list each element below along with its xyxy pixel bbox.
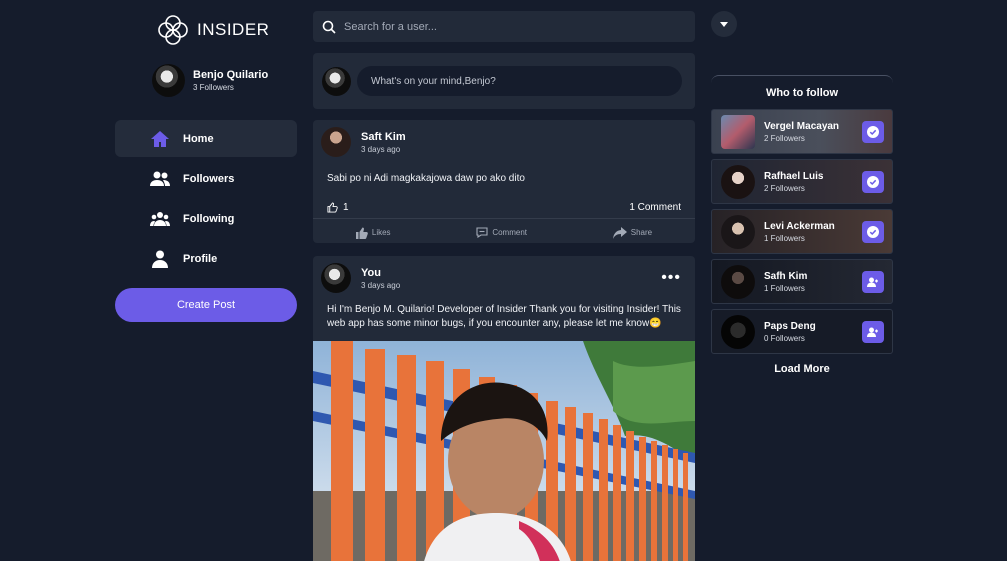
like-button-label: Likes	[371, 228, 391, 237]
suggestion-name: Levi Ackerman	[764, 220, 835, 232]
post-stats: 1 1 Comment	[313, 196, 695, 218]
post-photo[interactable]	[313, 341, 695, 561]
who-to-follow-panel: Who to follow Vergel Macayan 2 Followers…	[711, 75, 893, 360]
post-author[interactable]: Saft Kim	[361, 131, 406, 143]
follow-suggestion[interactable]: Paps Deng 0 Followers	[711, 309, 893, 354]
follow-suggestion[interactable]: Levi Ackerman 1 Followers	[711, 209, 893, 254]
like-button[interactable]: Likes	[355, 227, 391, 239]
post-actions: Likes Comment Share	[313, 218, 695, 246]
suggestion-name: Rafhael Luis	[764, 170, 824, 182]
comment-count[interactable]: 1 Comment	[629, 202, 681, 213]
app-title: INSIDER	[197, 20, 270, 39]
suggestion-name: Safh Kim	[764, 270, 808, 282]
nav-item-label: Followers	[183, 172, 235, 185]
search-bar	[313, 11, 695, 42]
post-card: You 3 days ago ••• Hi I'm Benjo M. Quila…	[313, 256, 695, 561]
search-input[interactable]	[344, 20, 664, 33]
nav-item-label: Profile	[183, 252, 218, 265]
comment-icon	[476, 227, 488, 238]
create-post-button[interactable]: Create Post	[115, 288, 297, 322]
account-dropdown[interactable]	[711, 11, 737, 37]
share-button[interactable]: Share	[612, 226, 653, 239]
suggestion-followers: 2 Followers	[764, 183, 805, 193]
nav-item-label: Home	[183, 132, 214, 145]
check-circle-icon	[867, 126, 879, 138]
follow-suggestion[interactable]: Rafhael Luis 2 Followers	[711, 159, 893, 204]
search-icon	[322, 20, 336, 34]
following-toggle-button[interactable]	[862, 121, 884, 143]
nav-item-followers[interactable]: Followers	[115, 160, 297, 197]
followers-icon	[150, 171, 170, 186]
post-composer	[313, 53, 695, 109]
suggestion-followers: 0 Followers	[764, 333, 805, 343]
post-time: 3 days ago	[361, 280, 401, 290]
home-icon	[151, 130, 169, 147]
post-author[interactable]: You	[361, 267, 400, 279]
user-plus-icon	[867, 277, 878, 287]
load-more-button[interactable]: Load More	[711, 363, 893, 375]
check-circle-icon	[867, 176, 879, 188]
suggestion-followers: 1 Followers	[764, 283, 805, 293]
sidebar-nav: Home Followers Following Profile	[115, 120, 297, 280]
avatar	[152, 64, 185, 97]
suggestion-followers: 2 Followers	[764, 133, 805, 143]
avatar	[322, 66, 351, 96]
current-user-followers: 3 Followers	[193, 83, 234, 92]
suggestion-name: Paps Deng	[764, 320, 816, 332]
more-horizontal-icon[interactable]: •••	[661, 270, 681, 286]
avatar[interactable]	[321, 263, 351, 293]
follow-suggestion[interactable]: Vergel Macayan 2 Followers	[711, 109, 893, 154]
suggestion-name: Vergel Macayan	[764, 120, 840, 132]
nav-item-label: Following	[183, 212, 235, 225]
post-photo-image	[313, 341, 695, 561]
share-button-label: Share	[630, 228, 653, 237]
follow-button[interactable]	[862, 321, 884, 343]
caret-down-icon	[720, 21, 728, 27]
post-text: Sabi po ni Adi magkakajowa daw po ako di…	[327, 173, 525, 184]
like-count-value: 1	[343, 201, 349, 213]
avatar	[721, 164, 755, 199]
post-text: Hi I'm Benjo M. Quilario! Developer of I…	[327, 304, 681, 329]
post-card: Saft Kim 3 days ago Sabi po ni Adi magka…	[313, 120, 695, 243]
user-plus-icon	[867, 327, 878, 337]
nav-item-home[interactable]: Home	[115, 120, 297, 157]
profile-icon	[152, 250, 168, 268]
nav-item-profile[interactable]: Profile	[115, 240, 297, 277]
post-header: You 3 days ago •••	[313, 256, 695, 300]
following-toggle-button[interactable]	[862, 171, 884, 193]
following-icon	[150, 211, 170, 226]
follow-button[interactable]	[862, 271, 884, 293]
who-to-follow-title: Who to follow	[765, 87, 839, 99]
share-icon	[612, 226, 627, 239]
following-toggle-button[interactable]	[862, 221, 884, 243]
avatar[interactable]	[321, 127, 351, 157]
check-circle-icon	[867, 226, 879, 238]
avatar	[721, 264, 755, 299]
composer-input[interactable]	[357, 66, 682, 96]
post-time: 3 days ago	[361, 144, 401, 154]
avatar	[721, 314, 755, 349]
thumbs-up-icon	[327, 201, 338, 213]
avatar	[721, 114, 755, 149]
avatar	[721, 214, 755, 249]
insider-logo-icon	[158, 15, 188, 45]
nav-item-following[interactable]: Following	[115, 200, 297, 237]
comment-button[interactable]: Comment	[476, 227, 527, 238]
app-logo[interactable]: INSIDER	[157, 14, 269, 46]
comment-button-label: Comment	[492, 228, 527, 237]
follow-suggestion[interactable]: Safh Kim 1 Followers	[711, 259, 893, 304]
current-user[interactable]: Benjo Quilario 3 Followers	[152, 64, 268, 97]
suggestion-followers: 1 Followers	[764, 233, 805, 243]
current-user-name: Benjo Quilario	[193, 69, 269, 81]
post-header: Saft Kim 3 days ago	[313, 120, 695, 164]
like-count: 1	[327, 202, 349, 213]
thumbs-up-icon	[355, 227, 368, 239]
